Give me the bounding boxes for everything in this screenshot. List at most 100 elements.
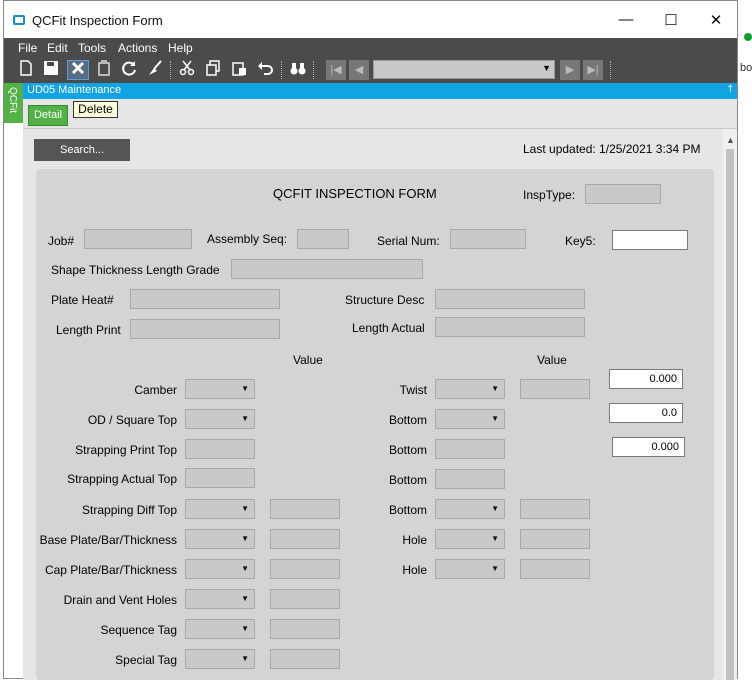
key5-field[interactable]: [612, 230, 688, 250]
vertical-scrollbar[interactable]: ▲: [723, 129, 737, 680]
window-title: QCFit Inspection Form: [32, 13, 163, 28]
insp-type-field[interactable]: [585, 184, 661, 204]
record-navigator-dropdown[interactable]: ▼: [373, 60, 555, 79]
undo-icon[interactable]: [255, 60, 275, 80]
menu-help[interactable]: Help: [168, 41, 193, 55]
menu-actions[interactable]: Actions: [118, 41, 157, 55]
numeric-field-2[interactable]: 0.0: [609, 403, 683, 423]
base-plate-label: Base Plate/Bar/Thickness: [39, 533, 177, 547]
strapping-actual-bottom-field[interactable]: [435, 469, 505, 489]
cap-plate-label: Cap Plate/Bar/Thickness: [44, 563, 177, 577]
sequence-tag-value[interactable]: [270, 619, 340, 639]
length-actual-field[interactable]: [435, 317, 585, 337]
drain-vent-holes-value[interactable]: [270, 589, 340, 609]
assembly-seq-field[interactable]: [297, 229, 349, 249]
close-button[interactable]: ✕: [701, 11, 731, 31]
cap-plate-hole-label: Hole: [402, 563, 427, 577]
cap-plate-value[interactable]: [270, 559, 340, 579]
strapping-diff-top-label: Strapping Diff Top: [82, 503, 177, 517]
drain-vent-holes-dropdown[interactable]: ▼: [185, 589, 255, 609]
job-field[interactable]: [84, 229, 192, 249]
scrollbar-thumb[interactable]: [726, 149, 734, 680]
copy-icon[interactable]: [203, 60, 223, 80]
strapping-actual-bottom-label: Bottom: [388, 473, 427, 487]
chevron-down-icon: ▼: [241, 564, 249, 573]
toolbar-separator: [281, 61, 282, 79]
scroll-up-icon[interactable]: ▲: [726, 135, 735, 145]
strapping-actual-top-field[interactable]: [185, 468, 255, 488]
menu-bar: File Edit Tools Actions Help: [4, 38, 737, 57]
length-print-field[interactable]: [130, 319, 280, 339]
length-print-label: Length Print: [56, 323, 121, 337]
chevron-down-icon: ▼: [491, 504, 499, 513]
binoculars-icon[interactable]: [288, 60, 308, 80]
pin-icon[interactable]: †: [727, 84, 733, 95]
shape-field[interactable]: [231, 259, 423, 279]
strapping-diff-bottom-label: Bottom: [388, 503, 427, 517]
strapping-diff-top-value[interactable]: [270, 499, 340, 519]
tab-detail[interactable]: Detail: [28, 105, 68, 126]
camber-label: Camber: [134, 383, 177, 397]
minimize-button[interactable]: —: [611, 11, 641, 31]
numeric-field-3[interactable]: 0.000: [612, 437, 685, 457]
qcfit-side-tab[interactable]: QCFit: [4, 83, 23, 123]
base-plate-hole-dropdown[interactable]: ▼: [435, 529, 505, 549]
special-tag-dropdown[interactable]: ▼: [185, 649, 255, 669]
menu-file[interactable]: File: [18, 41, 37, 55]
next-record-button[interactable]: ▶: [560, 60, 580, 80]
base-plate-hole-value[interactable]: [520, 529, 590, 549]
strapping-print-top-field[interactable]: [185, 439, 255, 459]
strapping-print-bottom-field[interactable]: [435, 439, 505, 459]
maximize-button[interactable]: ☐: [656, 11, 686, 31]
structure-desc-field[interactable]: [435, 289, 585, 309]
cap-plate-dropdown[interactable]: ▼: [185, 559, 255, 579]
strapping-print-bottom-label: Bottom: [388, 443, 427, 457]
delete-tooltip: Delete: [73, 101, 118, 118]
save-icon[interactable]: [41, 60, 61, 80]
last-record-button[interactable]: ▶|: [583, 60, 603, 80]
key5-label: Key5:: [565, 234, 596, 248]
form-heading: QCFIT INSPECTION FORM: [273, 186, 437, 201]
menu-tools[interactable]: Tools: [78, 41, 106, 55]
od-square-top-dropdown[interactable]: ▼: [185, 409, 255, 429]
clear-icon[interactable]: [94, 60, 114, 80]
previous-record-button[interactable]: ◀: [349, 60, 369, 80]
twist-value[interactable]: [520, 379, 590, 399]
menu-edit[interactable]: Edit: [47, 41, 68, 55]
chevron-down-icon: ▼: [241, 504, 249, 513]
app-icon: [13, 15, 25, 25]
chevron-down-icon: ▼: [241, 594, 249, 603]
delete-icon[interactable]: [67, 60, 89, 80]
refresh-icon[interactable]: [119, 60, 139, 80]
paste-icon[interactable]: [229, 60, 249, 80]
cap-plate-hole-value[interactable]: [520, 559, 590, 579]
chevron-down-icon: ▼: [241, 654, 249, 663]
numeric-field-1[interactable]: 0.000: [609, 369, 683, 389]
serial-num-field[interactable]: [450, 229, 526, 249]
value-header-left: Value: [293, 353, 323, 367]
cut-icon[interactable]: [177, 60, 197, 80]
cleanup-icon[interactable]: [145, 60, 165, 80]
background-text: bo: [740, 62, 752, 74]
title-bar: QCFit Inspection Form — ☐ ✕: [4, 1, 737, 38]
plate-heat-field[interactable]: [130, 289, 280, 309]
special-tag-value[interactable]: [270, 649, 340, 669]
strapping-diff-bottom-dropdown[interactable]: ▼: [435, 499, 505, 519]
sequence-tag-dropdown[interactable]: ▼: [185, 619, 255, 639]
side-tab-label: QCFit: [7, 87, 18, 114]
new-icon[interactable]: [16, 60, 36, 80]
toolbar-separator: [170, 61, 171, 79]
search-button[interactable]: Search...: [34, 139, 130, 161]
camber-dropdown[interactable]: ▼: [185, 379, 255, 399]
toolbar-separator: [313, 61, 314, 79]
cap-plate-hole-dropdown[interactable]: ▼: [435, 559, 505, 579]
panel-header: UD05 Maintenance †: [23, 83, 737, 99]
app-window: QCFit Inspection Form — ☐ ✕ File Edit To…: [3, 0, 738, 680]
first-record-button[interactable]: |◀: [326, 60, 346, 80]
od-bottom-dropdown[interactable]: ▼: [435, 409, 505, 429]
strapping-diff-bottom-value[interactable]: [520, 499, 590, 519]
base-plate-value[interactable]: [270, 529, 340, 549]
twist-dropdown[interactable]: ▼: [435, 379, 505, 399]
base-plate-dropdown[interactable]: ▼: [185, 529, 255, 549]
strapping-diff-top-dropdown[interactable]: ▼: [185, 499, 255, 519]
